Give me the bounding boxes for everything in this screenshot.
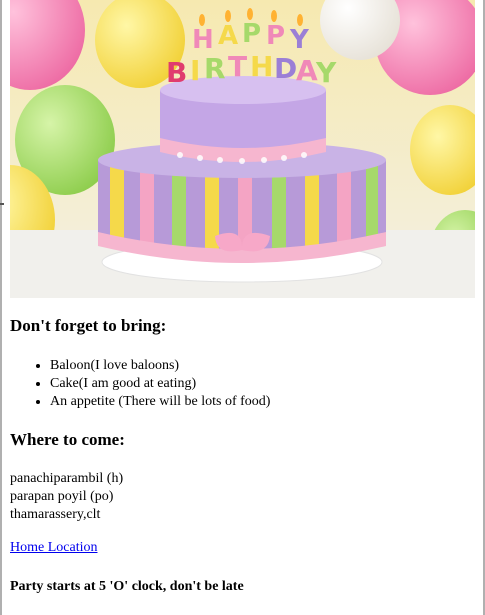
svg-text:A: A xyxy=(296,54,318,87)
birthday-cake-image: H A P P Y B I R T H D A Y xyxy=(10,0,475,298)
svg-text:Y: Y xyxy=(315,56,337,89)
svg-text:R: R xyxy=(204,52,226,85)
svg-text:T: T xyxy=(228,50,247,83)
bring-heading: Don't forget to bring: xyxy=(10,316,167,335)
svg-text:P: P xyxy=(266,21,285,51)
list-item: Baloon(I love baloons) xyxy=(50,357,270,375)
list-item: An appetite (There will be lots of food) xyxy=(50,393,270,411)
address-line: thamarassery,clt xyxy=(10,507,101,522)
cake-illustration: H A P P Y B I R T H D A Y xyxy=(10,0,475,298)
bring-list: Baloon(I love baloons) Cake(I am good at… xyxy=(10,357,270,411)
left-edge-marker xyxy=(0,203,4,205)
svg-text:H: H xyxy=(192,25,214,55)
party-start-note: Party starts at 5 'O' clock, don't be la… xyxy=(10,579,244,594)
page-content: H A P P Y B I R T H D A Y Don't forget t… xyxy=(10,0,475,594)
svg-text:I: I xyxy=(190,54,200,87)
address-line: parapan poyil (po) xyxy=(10,489,114,504)
where-heading: Where to come: xyxy=(10,430,125,449)
svg-text:D: D xyxy=(274,52,297,85)
svg-text:P: P xyxy=(242,19,261,49)
svg-text:Y: Y xyxy=(289,25,310,55)
left-border xyxy=(0,0,2,615)
list-item: Cake(I am good at eating) xyxy=(50,375,270,393)
home-location-link[interactable]: Home Location xyxy=(10,540,97,556)
address-line: panachiparambil (h) xyxy=(10,471,124,486)
svg-text:B: B xyxy=(166,56,187,89)
svg-text:H: H xyxy=(250,50,273,83)
svg-text:A: A xyxy=(218,21,238,51)
